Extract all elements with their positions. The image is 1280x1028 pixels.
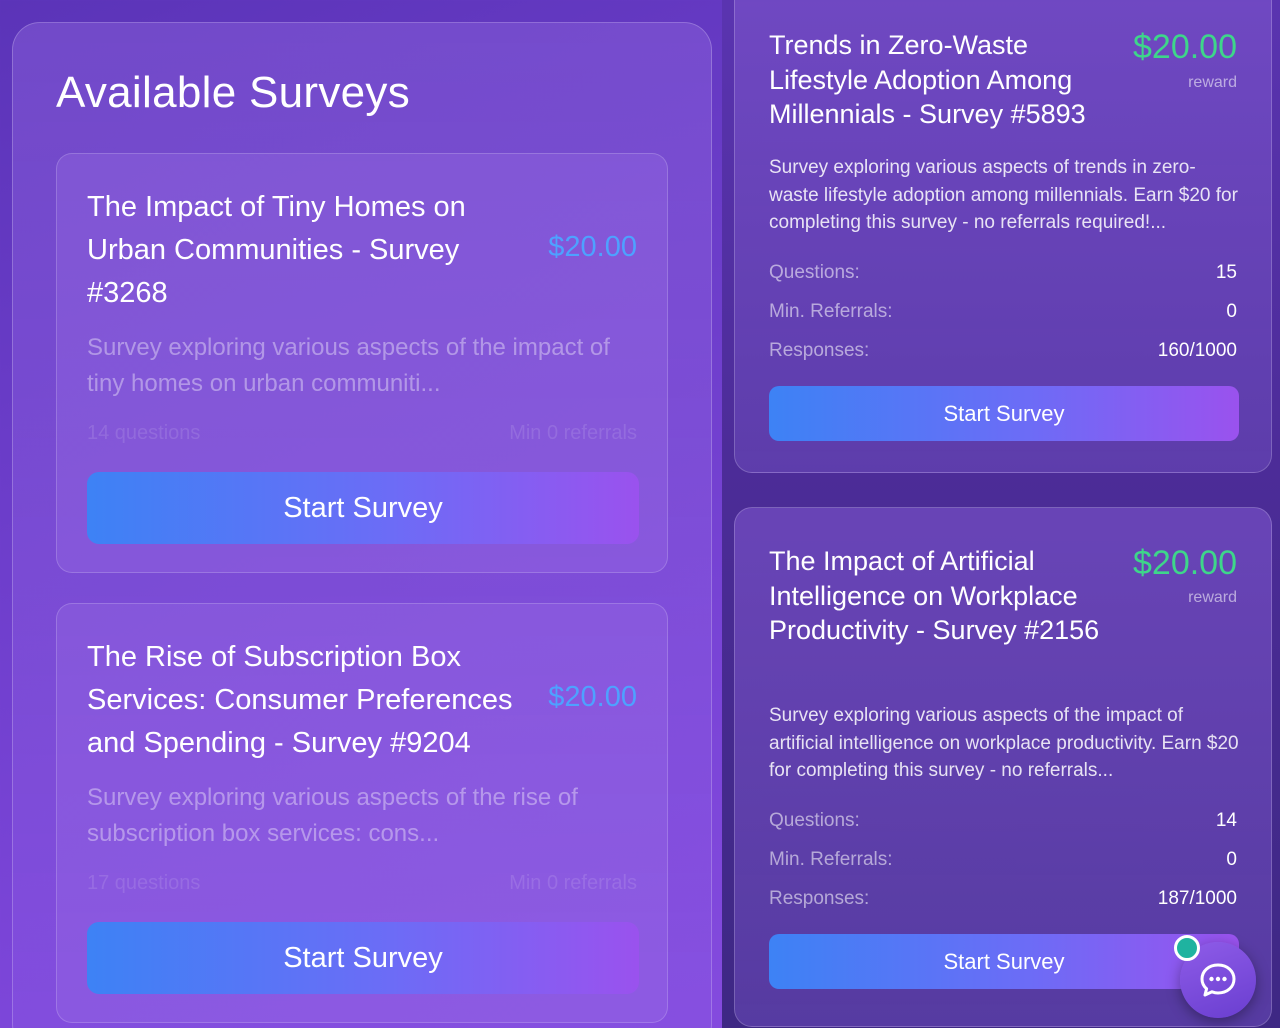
survey-questions-count: 14 questions <box>87 422 201 444</box>
start-survey-button[interactable]: Start Survey <box>769 386 1239 441</box>
survey-title: The Rise of Subscription Box Services: C… <box>87 641 513 759</box>
survey-card-detailed: Trends in Zero-Waste Lifestyle Adoption … <box>734 0 1272 473</box>
reward-label: reward <box>1188 74 1237 91</box>
questions-label: Questions: <box>769 262 860 283</box>
online-status-dot <box>1174 935 1200 961</box>
min-referrals-value: 0 <box>1226 301 1237 322</box>
survey-min-referrals: Min 0 referrals <box>509 872 637 894</box>
survey-title: The Impact of Artificial Intelligence on… <box>769 546 1100 645</box>
questions-label: Questions: <box>769 810 860 831</box>
survey-title: Trends in Zero-Waste Lifestyle Adoption … <box>769 30 1086 129</box>
survey-price: $20.00 <box>1133 28 1237 66</box>
questions-value: 15 <box>1215 262 1237 283</box>
survey-meta: 14 questions Min 0 referrals <box>87 422 637 445</box>
min-referrals-value: 0 <box>1226 849 1237 870</box>
survey-description: Survey exploring various aspects of the … <box>769 705 1239 781</box>
responses-row: Responses: 187/1000 <box>769 888 1237 910</box>
start-survey-button[interactable]: Start Survey <box>87 472 639 544</box>
questions-row: Questions: 15 <box>769 262 1237 284</box>
min-referrals-label: Min. Referrals: <box>769 301 893 322</box>
start-survey-button[interactable]: Start Survey <box>87 922 639 994</box>
questions-row: Questions: 14 <box>769 810 1237 832</box>
survey-description: Survey exploring various aspects of the … <box>87 784 578 847</box>
survey-price: $20.00 <box>548 681 637 713</box>
start-survey-button[interactable]: Start Survey <box>769 934 1239 989</box>
survey-card: The Rise of Subscription Box Services: C… <box>56 603 668 1023</box>
responses-label: Responses: <box>769 340 870 361</box>
min-referrals-row: Min. Referrals: 0 <box>769 849 1237 871</box>
responses-row: Responses: 160/1000 <box>769 340 1237 362</box>
min-referrals-row: Min. Referrals: 0 <box>769 301 1237 323</box>
survey-price: $20.00 <box>1133 544 1237 582</box>
survey-description: Survey exploring various aspects of the … <box>87 334 610 397</box>
min-referrals-label: Min. Referrals: <box>769 849 893 870</box>
survey-meta: 17 questions Min 0 referrals <box>87 872 637 895</box>
page-title: Available Surveys <box>56 68 411 117</box>
questions-value: 14 <box>1215 810 1237 831</box>
reward-label: reward <box>1188 589 1237 606</box>
survey-title: The Impact of Tiny Homes on Urban Commun… <box>87 191 466 309</box>
responses-value: 160/1000 <box>1157 340 1237 361</box>
responses-value: 187/1000 <box>1157 888 1237 909</box>
survey-price: $20.00 <box>548 231 637 263</box>
survey-min-referrals: Min 0 referrals <box>509 422 637 444</box>
chat-bubble-icon <box>1200 963 1236 997</box>
responses-label: Responses: <box>769 888 870 909</box>
survey-questions-count: 17 questions <box>87 872 201 894</box>
survey-card: The Impact of Tiny Homes on Urban Commun… <box>56 153 668 573</box>
survey-description: Survey exploring various aspects of tren… <box>769 157 1238 233</box>
